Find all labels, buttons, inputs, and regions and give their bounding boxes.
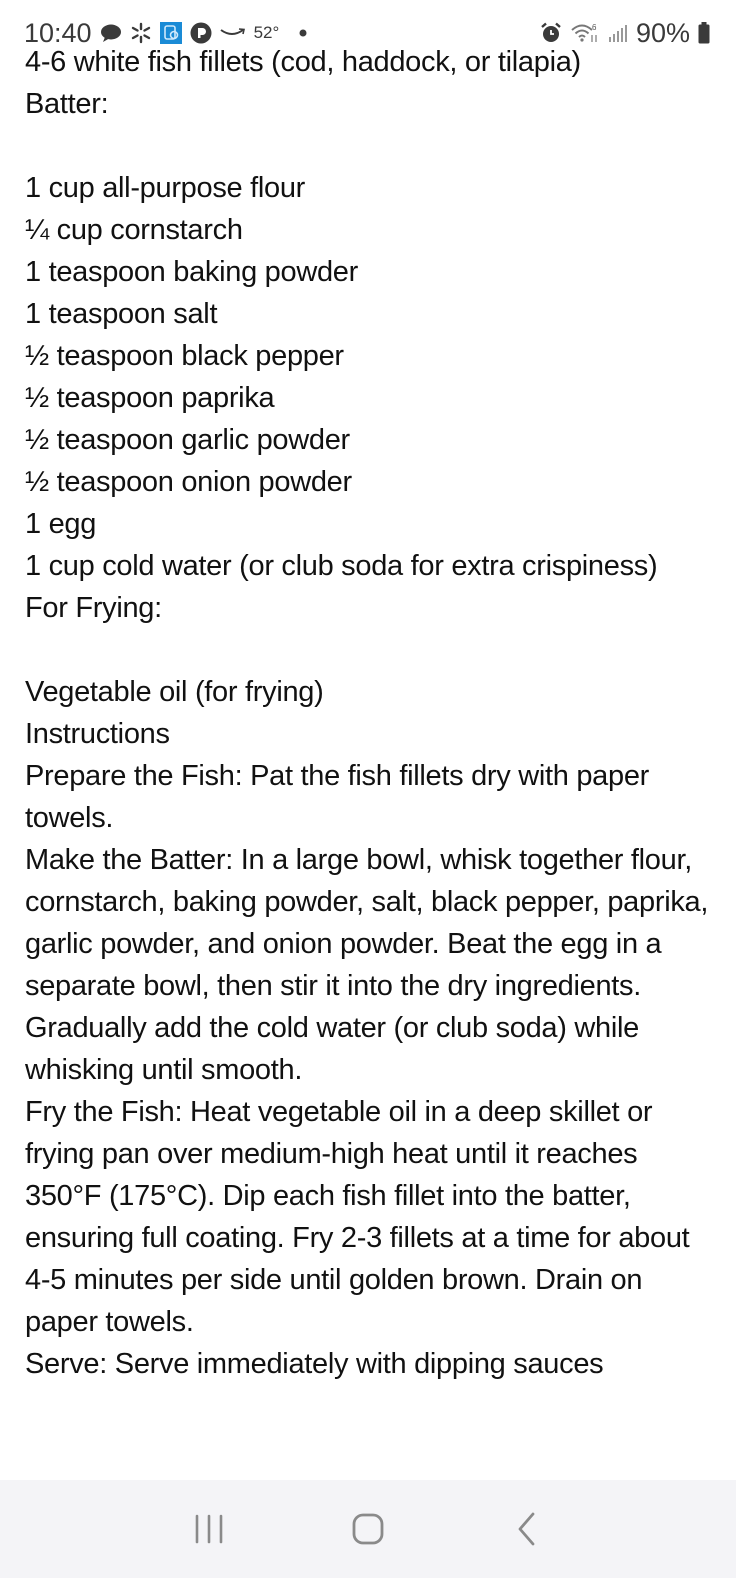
home-button[interactable] bbox=[338, 1499, 398, 1559]
sparkle-icon bbox=[130, 22, 152, 44]
recipe-line: 1 cup all-purpose flour bbox=[25, 172, 306, 204]
recipe-line: Serve: Serve immediately with dipping sa… bbox=[25, 1348, 604, 1380]
wifi-6-icon: 6 bbox=[570, 22, 600, 44]
svg-text:6: 6 bbox=[592, 23, 597, 32]
recipe-line: ½ teaspoon paprika bbox=[25, 382, 275, 414]
alarm-icon bbox=[540, 22, 562, 44]
recipe-text: 4-6 white fish fillets (cod, haddock, or… bbox=[25, 41, 715, 1385]
recipe-line: ½ teaspoon garlic powder bbox=[25, 424, 350, 456]
status-bar-left: 10:40 52° bbox=[24, 18, 307, 49]
app-blue-icon bbox=[159, 22, 182, 44]
recipe-line: Batter: bbox=[25, 88, 109, 120]
recipe-line: Vegetable oil (for frying) bbox=[25, 676, 324, 708]
recent-apps-icon bbox=[192, 1512, 226, 1546]
back-chevron-icon bbox=[515, 1511, 539, 1547]
recipe-line: Instructions bbox=[25, 718, 170, 750]
weather-temperature: 52° bbox=[253, 23, 280, 42]
home-icon bbox=[351, 1512, 385, 1546]
battery-icon bbox=[698, 22, 710, 44]
recipe-line: 1 cup cold water (or club soda for extra… bbox=[25, 550, 658, 582]
status-bar: 10:40 52° 6 90% bbox=[0, 0, 736, 56]
amazon-icon bbox=[219, 26, 246, 40]
recipe-line: 1 teaspoon baking powder bbox=[25, 256, 358, 288]
status-bar-right: 6 90% bbox=[540, 18, 710, 49]
pandora-icon bbox=[190, 22, 212, 44]
recipe-line: Prepare the Fish: Pat the fish fillets d… bbox=[25, 760, 650, 834]
recipe-line: 1 egg bbox=[25, 508, 97, 540]
recipe-line: Fry the Fish: Heat vegetable oil in a de… bbox=[25, 1096, 690, 1338]
recipe-line: ¼ cup cornstarch bbox=[25, 214, 243, 246]
recipe-line: ½ teaspoon black pepper bbox=[25, 340, 344, 372]
recipe-line: 1 teaspoon salt bbox=[25, 298, 218, 330]
dot-icon bbox=[299, 29, 307, 37]
navigation-bar bbox=[0, 1480, 736, 1578]
recipe-line: ½ teaspoon onion powder bbox=[25, 466, 352, 498]
back-button[interactable] bbox=[497, 1499, 557, 1559]
battery-percent: 90% bbox=[635, 17, 690, 48]
recipe-line: For Frying: bbox=[25, 592, 162, 624]
signal-icon bbox=[608, 23, 628, 43]
recipe-line: Make the Batter: In a large bowl, whisk … bbox=[25, 844, 709, 1086]
recent-apps-button[interactable] bbox=[179, 1499, 239, 1559]
clock: 10:40 bbox=[24, 17, 92, 48]
chat-bubble-icon bbox=[100, 23, 122, 43]
